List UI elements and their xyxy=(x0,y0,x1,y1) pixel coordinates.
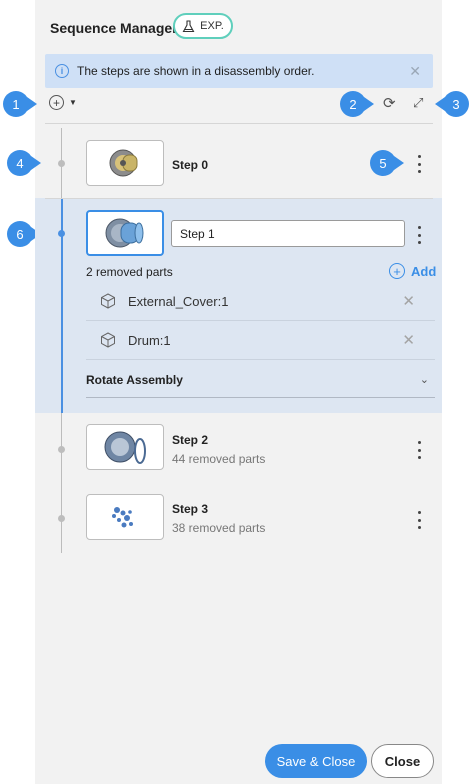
flask-icon xyxy=(182,19,195,32)
remove-part-icon[interactable]: ✕ xyxy=(402,292,415,310)
step-3-more-icon[interactable] xyxy=(413,511,425,529)
step-3-removed-count: 38 removed parts xyxy=(172,521,266,535)
step-2-more-icon[interactable] xyxy=(413,441,425,459)
step-0-thumbnail[interactable] xyxy=(86,140,164,186)
step-2-removed-count: 44 removed parts xyxy=(172,452,266,466)
assembly-thumbnail-icon xyxy=(104,431,146,464)
assembly-thumbnail-icon xyxy=(105,218,144,248)
step-2-label: Step 2 xyxy=(172,433,209,447)
caret-down-icon: ▼ xyxy=(69,98,77,107)
panel-title: Sequence Manager xyxy=(50,20,178,36)
refresh-icon[interactable]: ⟳ xyxy=(383,94,396,112)
add-label: Add xyxy=(411,263,437,279)
dismiss-info-icon[interactable]: ✕ xyxy=(409,63,421,80)
callout-3: 3 xyxy=(435,91,469,117)
save-and-close-button[interactable]: Save & Close xyxy=(265,744,367,778)
step-1-dot xyxy=(58,230,65,237)
callout-1: 1 xyxy=(3,91,37,117)
remove-part-icon[interactable]: ✕ xyxy=(402,331,415,349)
info-banner: i The steps are shown in a disassembly o… xyxy=(45,54,433,88)
plus-circle-icon: + xyxy=(49,95,64,110)
expand-icon[interactable]: ⤢ xyxy=(413,95,423,111)
removed-parts-count: 2 removed parts xyxy=(86,265,173,279)
close-button[interactable]: Close xyxy=(371,744,434,778)
add-step-button[interactable]: + ▼ xyxy=(49,95,77,110)
step-1-more-icon[interactable] xyxy=(413,226,425,244)
part-row[interactable]: Drum:1 ✕ xyxy=(86,321,435,360)
step-3-label: Step 3 xyxy=(172,502,209,516)
step-0-label: Step 0 xyxy=(172,158,209,172)
step-2-dot xyxy=(58,446,65,453)
chevron-down-icon: ⌄ xyxy=(419,374,429,386)
experimental-badge: EXP. xyxy=(173,13,233,39)
part-cube-icon xyxy=(100,332,116,348)
callout-2: 2 xyxy=(340,91,374,117)
part-cube-icon xyxy=(100,293,116,309)
action-label: Rotate Assembly xyxy=(86,373,183,387)
assembly-thumbnail-icon xyxy=(109,149,138,177)
badge-label: EXP. xyxy=(200,20,224,32)
step-1-thumbnail[interactable] xyxy=(86,210,164,256)
plus-circle-icon: + xyxy=(389,263,405,279)
part-row[interactable]: External_Cover:1 ✕ xyxy=(86,282,435,321)
assembly-thumbnail-icon xyxy=(112,507,133,528)
step-0-more-icon[interactable] xyxy=(413,155,425,173)
callout-4: 4 xyxy=(7,150,41,176)
add-part-button[interactable]: + Add xyxy=(389,263,436,279)
info-message: The steps are shown in a disassembly ord… xyxy=(77,64,315,78)
info-icon: i xyxy=(55,64,69,78)
step-0-dot xyxy=(58,160,65,167)
step-2-thumbnail[interactable] xyxy=(86,424,164,470)
divider xyxy=(45,198,433,199)
part-name: External_Cover:1 xyxy=(128,293,229,309)
action-dropdown[interactable]: Rotate Assembly ⌄ xyxy=(86,373,435,398)
callout-5: 5 xyxy=(370,150,404,176)
toolbar: + ▼ ⟳ ⤢ xyxy=(0,94,474,116)
divider xyxy=(45,123,433,124)
step-3-dot xyxy=(58,515,65,522)
step-name-input[interactable] xyxy=(171,220,405,247)
step-3-thumbnail[interactable] xyxy=(86,494,164,540)
part-name: Drum:1 xyxy=(128,332,171,348)
callout-6: 6 xyxy=(7,221,41,247)
